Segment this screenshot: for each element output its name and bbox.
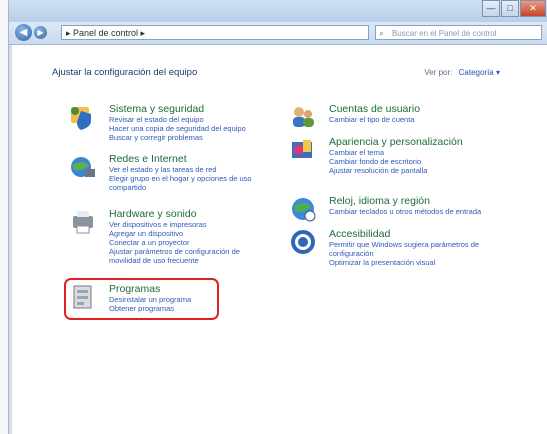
category-task-link[interactable]: Cambiar el tema [329, 148, 499, 157]
view-by-label: Ver por: [424, 68, 453, 77]
maximize-button[interactable]: □ [501, 0, 519, 17]
category-title-link[interactable]: Hardware y sonido [109, 208, 279, 220]
page-title: Ajustar la configuración del equipo [52, 67, 198, 78]
category-title-link[interactable]: Cuentas de usuario [329, 103, 499, 115]
users-icon[interactable] [289, 103, 317, 131]
control-panel-window: — □ ✕ ◀ ▶ ▸ Panel de control ▸ ⌕ Buscar … [8, 0, 547, 434]
close-button[interactable]: ✕ [520, 0, 546, 17]
search-placeholder: Buscar en el Panel de control [392, 29, 497, 38]
view-by-control[interactable]: Ver por: Categoría ▾ [424, 68, 500, 77]
category-title-link[interactable]: Reloj, idioma y región [329, 195, 499, 207]
window-edge [9, 45, 12, 434]
navigation-bar: ◀ ▶ ▸ Panel de control ▸ ⌕ Buscar en el … [9, 22, 547, 45]
title-bar: — □ ✕ [9, 0, 547, 22]
printer-icon[interactable] [69, 208, 97, 236]
category-task-link[interactable]: Ajustar resolución de pantalla [329, 166, 499, 175]
category-task-link[interactable]: Cambiar el tipo de cuenta [329, 115, 499, 124]
category-text: Sistema y seguridad Revisar el estado del… [109, 103, 279, 142]
view-by-select[interactable]: Categoría ▾ [459, 68, 500, 77]
category-text: Cuentas de usuario Cambiar el tipo de cue… [329, 103, 499, 124]
category-task-link[interactable]: Ver el estado y las tareas de red [109, 165, 279, 174]
category-task-link[interactable]: Elegir grupo en el hogar y opciones de u… [109, 174, 279, 183]
shield-icon[interactable] [69, 103, 97, 131]
category-task-link[interactable]: Conectar a un proyector [109, 238, 279, 247]
category-text: Reloj, idioma y región Cambiar teclados u… [329, 195, 499, 216]
category-task-link[interactable]: movilidad de uso frecuente [109, 256, 279, 265]
search-input[interactable]: ⌕ Buscar en el Panel de control [375, 25, 542, 40]
category-task-link[interactable]: Ver dispositivos e impresoras [109, 220, 279, 229]
category-task-link[interactable]: configuración [329, 249, 499, 258]
accessibility-icon[interactable] [289, 228, 317, 256]
category-task-link[interactable]: Revisar el estado del equipo [109, 115, 279, 124]
category-task-link[interactable]: Agregar un dispositivo [109, 229, 279, 238]
category-task-link[interactable]: Cambiar teclados u otros métodos de entr… [329, 207, 499, 216]
window-controls: — □ ✕ [481, 0, 546, 18]
globe-network-icon[interactable] [69, 153, 97, 181]
category-task-link[interactable]: Buscar y corregir problemas [109, 133, 279, 142]
category-title-link[interactable]: Sistema y seguridad [109, 103, 279, 115]
category-text: Redes e Internet Ver el estado y las tare… [109, 153, 279, 192]
search-icon: ⌕ [379, 28, 385, 38]
category-text: Accesibilidad Permitir que Windows sugier… [329, 228, 499, 267]
category-text: Hardware y sonido Ver dispositivos e impr… [109, 208, 279, 265]
category-text: Apariencia y personalización Cambiar el t… [329, 136, 499, 175]
main-content: Ajustar la configuración del equipo Ver … [9, 45, 547, 434]
address-bar[interactable]: ▸ Panel de control ▸ [61, 25, 369, 40]
clock-globe-icon[interactable] [289, 195, 317, 223]
minimize-button[interactable]: — [482, 0, 500, 17]
programs-highlight [64, 278, 219, 320]
category-task-link[interactable]: Permitir que Windows sugiera parámetros … [329, 240, 499, 249]
category-title-link[interactable]: Apariencia y personalización [329, 136, 499, 148]
category-task-link[interactable]: compartido [109, 183, 279, 192]
category-task-link[interactable]: Cambiar fondo de escritorio [329, 157, 499, 166]
forward-arrow-icon[interactable]: ▶ [34, 26, 47, 39]
back-arrow-icon[interactable]: ◀ [15, 24, 32, 41]
category-task-link[interactable]: Optimizar la presentación visual [329, 258, 499, 267]
category-title-link[interactable]: Redes e Internet [109, 153, 279, 165]
category-task-link[interactable]: Hacer una copia de seguridad del equipo [109, 124, 279, 133]
appearance-icon[interactable] [289, 136, 317, 164]
category-title-link[interactable]: Accesibilidad [329, 228, 499, 240]
category-task-link[interactable]: Ajustar parámetros de configuración de [109, 247, 279, 256]
